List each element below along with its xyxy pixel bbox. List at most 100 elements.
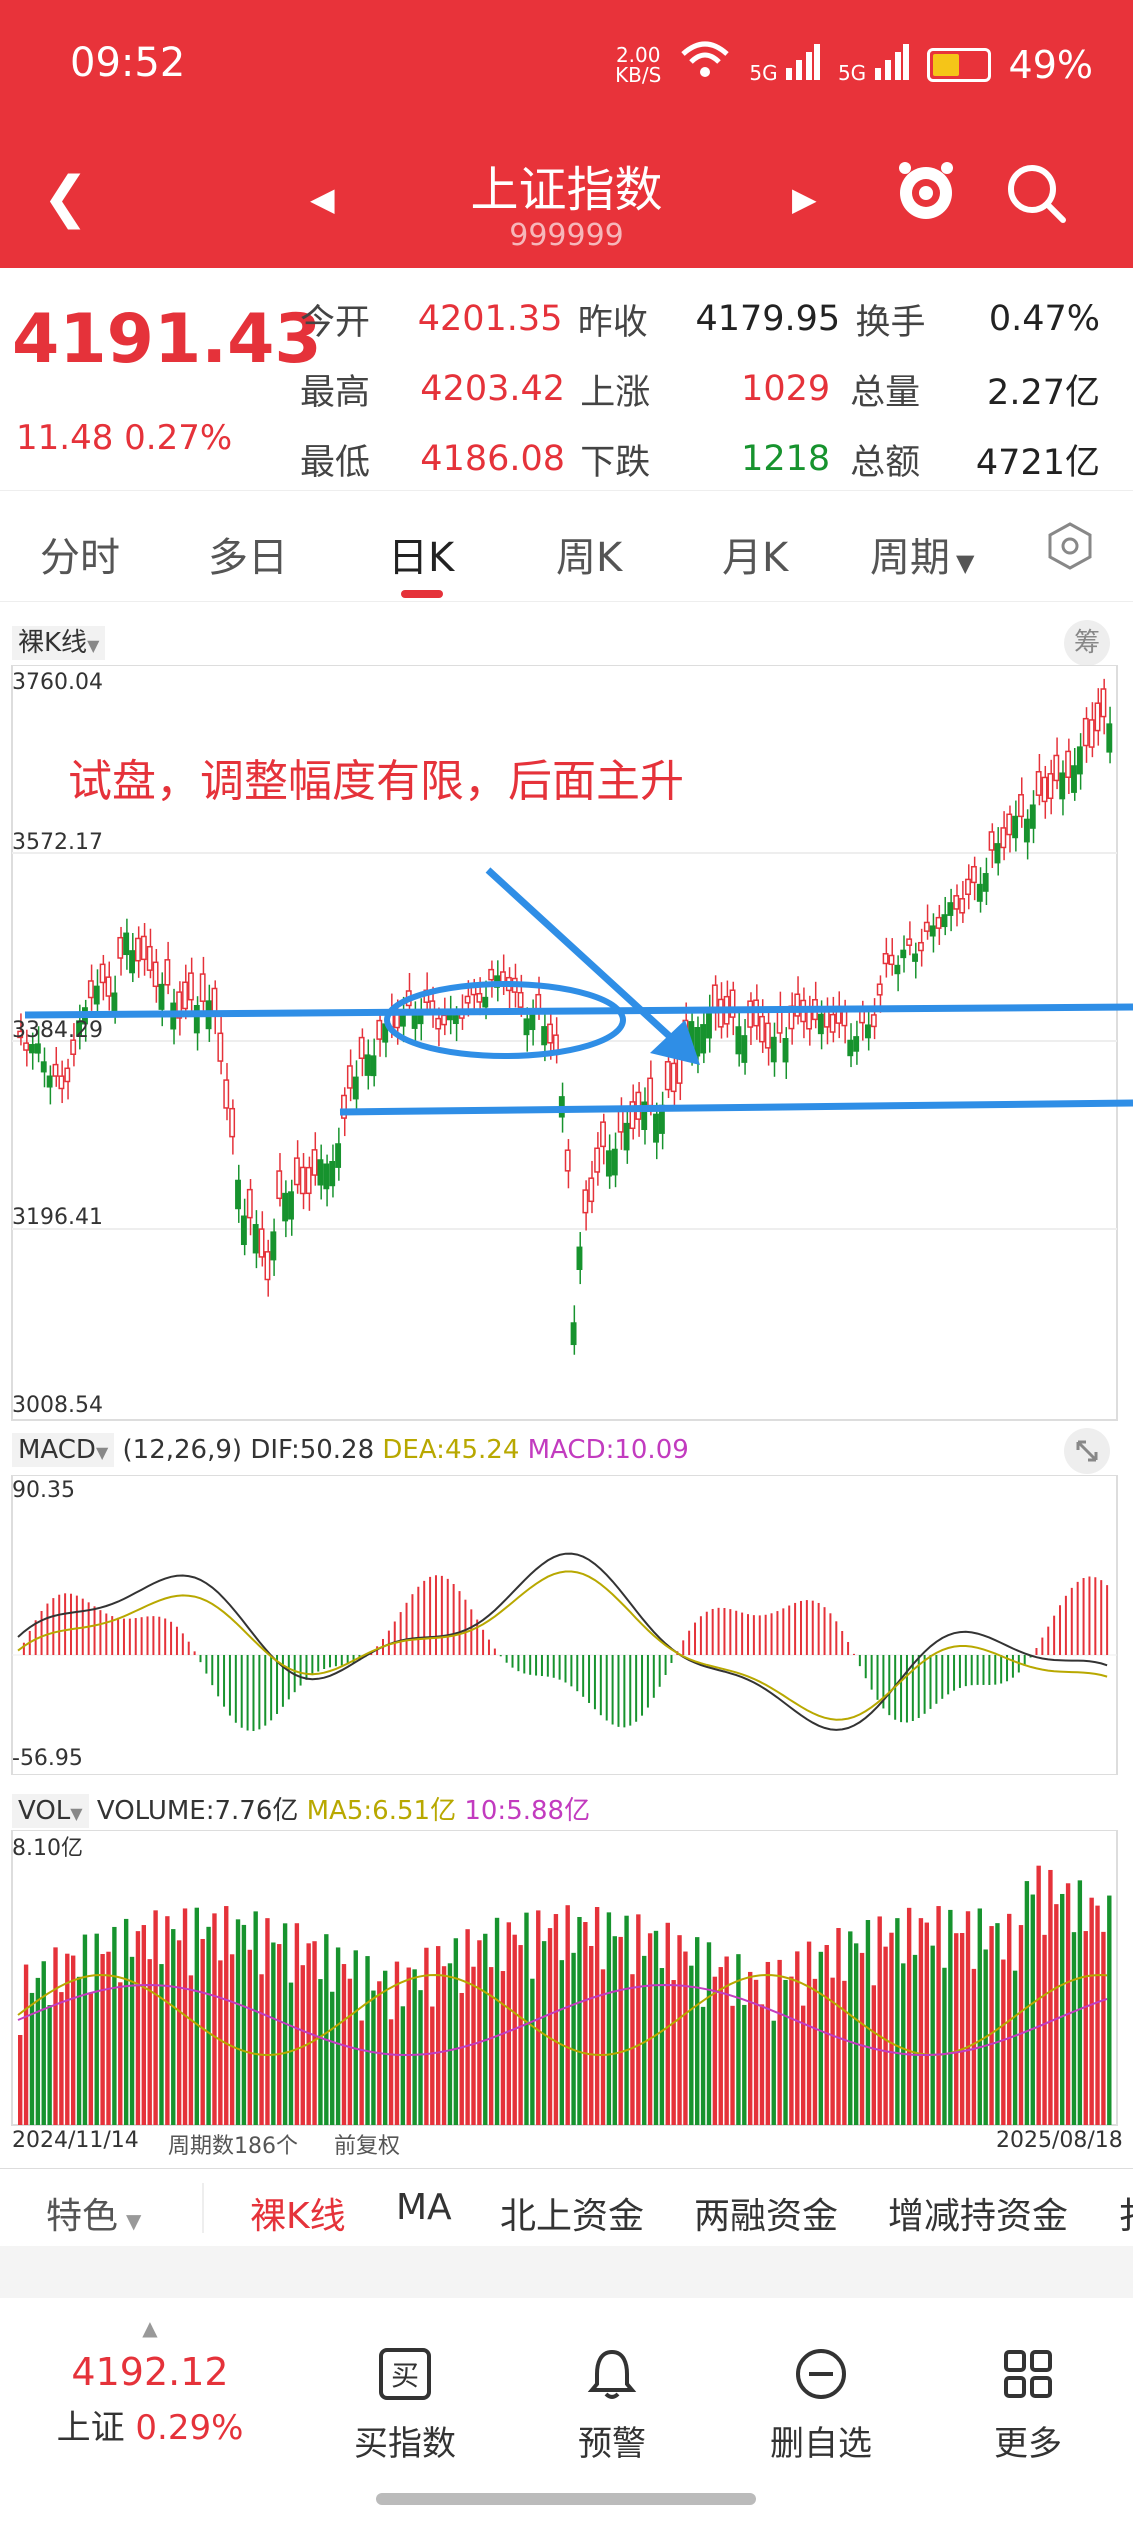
tab-monthly-k[interactable]: 月K — [722, 525, 788, 583]
candle — [759, 1015, 765, 1043]
volume-bar — [924, 1922, 929, 2125]
mascot-icon[interactable] — [895, 160, 957, 226]
candle — [1065, 750, 1072, 778]
volume-bar — [106, 1951, 111, 2125]
home-indicator[interactable] — [376, 2493, 756, 2505]
quote-value: 2.27亿 — [987, 372, 1100, 413]
divider — [0, 2246, 1133, 2298]
candle — [264, 1251, 271, 1281]
volume-bar — [795, 1951, 800, 2125]
macd-dea: DEA:45.24 — [382, 1435, 520, 1465]
candle — [1106, 723, 1113, 753]
candle — [29, 1044, 35, 1054]
tab-intraday[interactable]: 分时 — [40, 525, 120, 583]
candle — [653, 1113, 659, 1143]
tab-period-label: 周期 — [870, 535, 950, 581]
feature-tab-bare-k[interactable]: 裸K线 — [250, 2187, 346, 2239]
candle — [93, 985, 100, 1005]
candle — [664, 1061, 671, 1091]
candle — [906, 938, 913, 946]
quote-label: 上涨 — [580, 372, 651, 413]
volume-bar — [606, 1912, 612, 2125]
x-start-date: 2024/11/14 — [12, 2128, 139, 2153]
expand-icon[interactable] — [1064, 1428, 1110, 1474]
candle — [329, 1160, 336, 1187]
volume-bar — [253, 1911, 258, 2125]
volume-bar — [853, 1943, 859, 2125]
tab-daily-k[interactable]: 日K — [388, 525, 454, 583]
feature-tab-holdings[interactable]: 增减持资金 — [888, 2187, 1068, 2239]
more-button[interactable]: 更多 — [953, 2346, 1103, 2465]
remove-watchlist-button[interactable]: 删自选 — [746, 2346, 896, 2465]
chip-distribution-button[interactable]: 筹 — [1064, 620, 1110, 666]
candle — [117, 936, 124, 959]
candle — [40, 1061, 47, 1073]
candle — [335, 1143, 342, 1168]
next-arrow-icon[interactable]: ▶ — [792, 180, 817, 218]
last-price: 4191.43 — [12, 300, 322, 379]
candle — [741, 1035, 748, 1063]
vol-volume: VOLUME:7.76亿 — [96, 1796, 299, 1826]
buy-index-button[interactable]: 买 买指数 — [330, 2346, 480, 2465]
kline-mode-dropdown[interactable]: 裸K线▼ — [12, 622, 106, 660]
mini-quote[interactable]: ▲ 4192.12 上证 0.29% — [30, 2316, 270, 2449]
candle — [953, 895, 960, 910]
annotation-arrow — [485, 867, 693, 1058]
candle — [735, 1026, 742, 1055]
search-icon[interactable] — [1005, 162, 1069, 230]
volume-bar — [1107, 1895, 1112, 2125]
volume-bar — [1048, 1869, 1053, 2125]
tab-period[interactable]: 周期 ▼ — [870, 525, 974, 583]
volume-bar — [524, 1912, 529, 2125]
feature-tab-margin[interactable]: 两融资金 — [694, 2187, 838, 2239]
battery-icon — [926, 47, 991, 82]
volume-bar — [936, 1906, 941, 2125]
volume-bar — [989, 1926, 994, 2125]
volume-bar — [995, 1923, 1000, 2125]
volume-bar — [748, 1971, 753, 2125]
net2-label: 5G — [837, 61, 867, 85]
header-bar: 09:52 2.00 KB/S 5G 5G 49% ❮ ◀ 上证指数 99999… — [0, 0, 1133, 268]
index-code: 999999 — [509, 218, 624, 253]
candle — [282, 1192, 289, 1222]
feature-tab-northbound[interactable]: 北上资金 — [500, 2187, 644, 2239]
volume-bar — [318, 1979, 323, 2125]
feature-tab-special[interactable]: 特色 ▼ — [46, 2187, 141, 2239]
volume-bar — [1054, 1904, 1059, 2125]
caret-up-icon: ▲ — [142, 2316, 158, 2340]
chevron-down-icon: ▼ — [95, 1443, 109, 1462]
candle — [694, 1027, 701, 1057]
candle — [240, 1215, 247, 1246]
candle — [582, 1189, 589, 1214]
volume-bar — [842, 1980, 847, 2125]
tab-weekly-k[interactable]: 周K — [556, 525, 622, 583]
net1-label: 5G — [749, 61, 778, 85]
alert-button[interactable]: 预警 — [537, 2346, 687, 2465]
alert-label: 预警 — [578, 2424, 646, 2464]
volume-bar — [347, 1978, 353, 2125]
candle — [600, 1121, 606, 1148]
volume-bar — [600, 1969, 606, 2125]
candle — [46, 1075, 53, 1088]
feature-tab-ma[interactable]: MA — [396, 2187, 452, 2228]
volume-bar — [235, 1919, 241, 2125]
volume-bar — [665, 1922, 670, 2125]
volume-bar — [94, 1933, 99, 2125]
candle — [352, 1076, 359, 1100]
volume-bar — [271, 1942, 276, 2125]
feature-tab-more[interactable]: 扌 — [1118, 2187, 1133, 2239]
candle — [270, 1231, 277, 1261]
volume-bar — [141, 1925, 147, 2125]
candle — [1000, 827, 1007, 849]
tab-multiday[interactable]: 多日 — [208, 525, 288, 583]
vol-label: VOL — [18, 1796, 71, 1826]
volume-bar — [559, 1960, 564, 2125]
candle — [935, 916, 942, 929]
macd-dropdown[interactable]: MACD▼ — [12, 1433, 115, 1467]
volume-bar — [388, 2019, 394, 2125]
quote-label: 总量 — [850, 372, 921, 413]
candle — [982, 873, 989, 892]
candle — [134, 937, 141, 962]
settings-hexagon-icon[interactable] — [1045, 521, 1095, 575]
vol-dropdown[interactable]: VOL▼ — [12, 1794, 89, 1828]
